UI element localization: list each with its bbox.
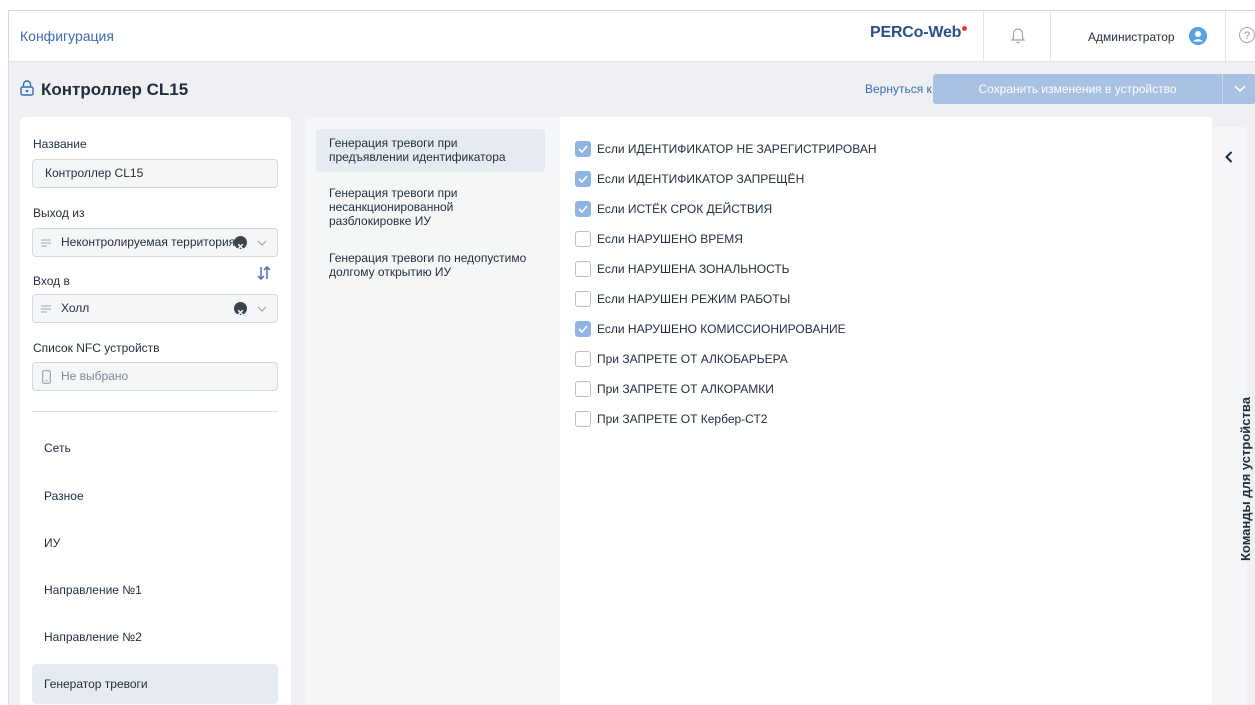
device-commands-label[interactable]: Команды для устройства <box>1238 397 1253 561</box>
chevron-down-icon <box>1234 85 1246 93</box>
page-header: Контроллер CL15 Вернуться к списку Сохра… <box>9 62 1255 114</box>
section-long-open-alarm[interactable]: Генерация тревоги по недопустимо долгому… <box>316 244 545 287</box>
perco-logo[interactable]: PERCo-Web <box>870 24 968 42</box>
checkbox-unchecked[interactable] <box>575 231 591 247</box>
checkbox-label: При ЗАПРЕТЕ ОТ АЛКОБАРЬЕРА <box>597 352 788 366</box>
list-icon <box>41 305 51 313</box>
checkbox-checked[interactable] <box>575 171 591 187</box>
checkmark-icon <box>578 325 588 333</box>
nav-item-alarm-generator[interactable]: Генератор тревоги <box>32 664 278 704</box>
phone-icon <box>42 370 51 384</box>
clear-icon[interactable] <box>234 236 247 250</box>
nav-item-iu[interactable]: ИУ <box>32 523 278 563</box>
exit-label: Выход из <box>33 206 85 220</box>
nav-item-direction-1[interactable]: Направление №1 <box>32 570 278 610</box>
swap-icon[interactable] <box>257 266 271 280</box>
divider <box>983 11 984 61</box>
page-title: Контроллер CL15 <box>41 80 189 99</box>
chevron-left-icon[interactable] <box>1224 151 1234 163</box>
entry-label: Вход в <box>33 274 70 288</box>
checkbox-label: При ЗАПРЕТЕ ОТ АЛКОРАМКИ <box>597 382 774 396</box>
checkbox-unchecked[interactable] <box>575 411 591 427</box>
divider <box>32 411 278 412</box>
checkbox-unchecked[interactable] <box>575 381 591 397</box>
exit-select[interactable]: Неконтролируемая территория <box>32 228 278 257</box>
checkbox-label: Если ИСТЁК СРОК ДЕЙСТВИЯ <box>597 202 773 216</box>
alarm-conditions-panel: Если ИДЕНТИФИКАТОР НЕ ЗАРЕГИСТРИРОВАН Есл… <box>560 117 1212 705</box>
nfc-placeholder: Не выбрано <box>61 369 129 383</box>
checkbox-unchecked[interactable] <box>575 261 591 277</box>
checkmark-icon <box>578 205 588 213</box>
chevron-down-icon[interactable] <box>257 304 267 314</box>
save-dropdown-button[interactable] <box>1222 74 1255 104</box>
nfc-label: Список NFC устройств <box>33 341 160 355</box>
checkmark-icon <box>578 145 588 153</box>
checkbox-unchecked[interactable] <box>575 291 591 307</box>
checkbox-label: Если НАРУШЕН РЕЖИМ РАБОТЫ <box>597 292 791 306</box>
logo-text: PERCo-Web <box>870 24 962 41</box>
nav-item-network[interactable]: Сеть <box>32 428 278 468</box>
checkbox-label: При ЗАПРЕТЕ ОТ Кербер-СТ2 <box>597 412 768 426</box>
user-avatar-icon[interactable] <box>1189 27 1207 45</box>
divider <box>1225 11 1226 61</box>
exit-value: Неконтролируемая территория <box>61 235 236 249</box>
app-title[interactable]: Конфигурация <box>20 28 114 44</box>
section-unauthorized-unlock-alarm[interactable]: Генерация тревоги при несанкционированно… <box>316 179 545 236</box>
nav-item-misc[interactable]: Разное <box>32 476 278 516</box>
list-icon <box>41 239 51 247</box>
checkbox-label: Если НАРУШЕНО КОМИССИОНИРОВАНИЕ <box>597 322 846 336</box>
entry-value: Холл <box>61 301 90 315</box>
user-name[interactable]: Администратор <box>1088 30 1175 44</box>
name-field[interactable]: Контроллер CL15 <box>32 159 278 188</box>
logo-dot <box>962 26 968 31</box>
alarm-sections-panel: Генерация тревоги при предъявлении идент… <box>305 117 560 705</box>
checkbox-checked[interactable] <box>575 201 591 217</box>
nfc-select[interactable]: Не выбрано <box>32 362 278 391</box>
checkbox-label: Если НАРУШЕНО ВРЕМЯ <box>597 232 743 246</box>
section-identifier-alarm[interactable]: Генерация тревоги при предъявлении идент… <box>316 129 545 172</box>
checkbox-checked[interactable] <box>575 141 591 157</box>
device-commands-panel[interactable]: Команды для устройства <box>1212 127 1253 705</box>
checkbox-checked[interactable] <box>575 321 591 337</box>
lock-icon <box>20 80 34 96</box>
nav-item-direction-2[interactable]: Направление №2 <box>32 617 278 657</box>
divider <box>1050 11 1051 61</box>
help-icon[interactable]: ? <box>1239 27 1255 43</box>
checkbox-label: Если НАРУШЕНА ЗОНАЛЬНОСТЬ <box>597 262 790 276</box>
chevron-down-icon[interactable] <box>257 238 267 248</box>
checkmark-icon <box>578 175 588 183</box>
name-value: Контроллер CL15 <box>45 166 144 180</box>
top-bar: Конфигурация PERCo-Web Администратор ? <box>9 11 1255 62</box>
checkbox-label: Если ИДЕНТИФИКАТОР НЕ ЗАРЕГИСТРИРОВАН <box>597 142 877 156</box>
clear-icon[interactable] <box>234 302 247 316</box>
save-to-device-button[interactable]: Сохранить изменения в устройство <box>933 74 1222 104</box>
device-settings-panel: Название Контроллер CL15 Выход из Неконт… <box>20 117 291 705</box>
checkbox-unchecked[interactable] <box>575 351 591 367</box>
checkbox-label: Если ИДЕНТИФИКАТОР ЗАПРЕЩЁН <box>597 172 805 186</box>
bell-icon[interactable] <box>1010 27 1026 45</box>
name-label: Название <box>33 137 87 151</box>
entry-select[interactable]: Холл <box>32 294 278 323</box>
app-window: Конфигурация PERCo-Web Администратор ? К… <box>8 10 1255 705</box>
